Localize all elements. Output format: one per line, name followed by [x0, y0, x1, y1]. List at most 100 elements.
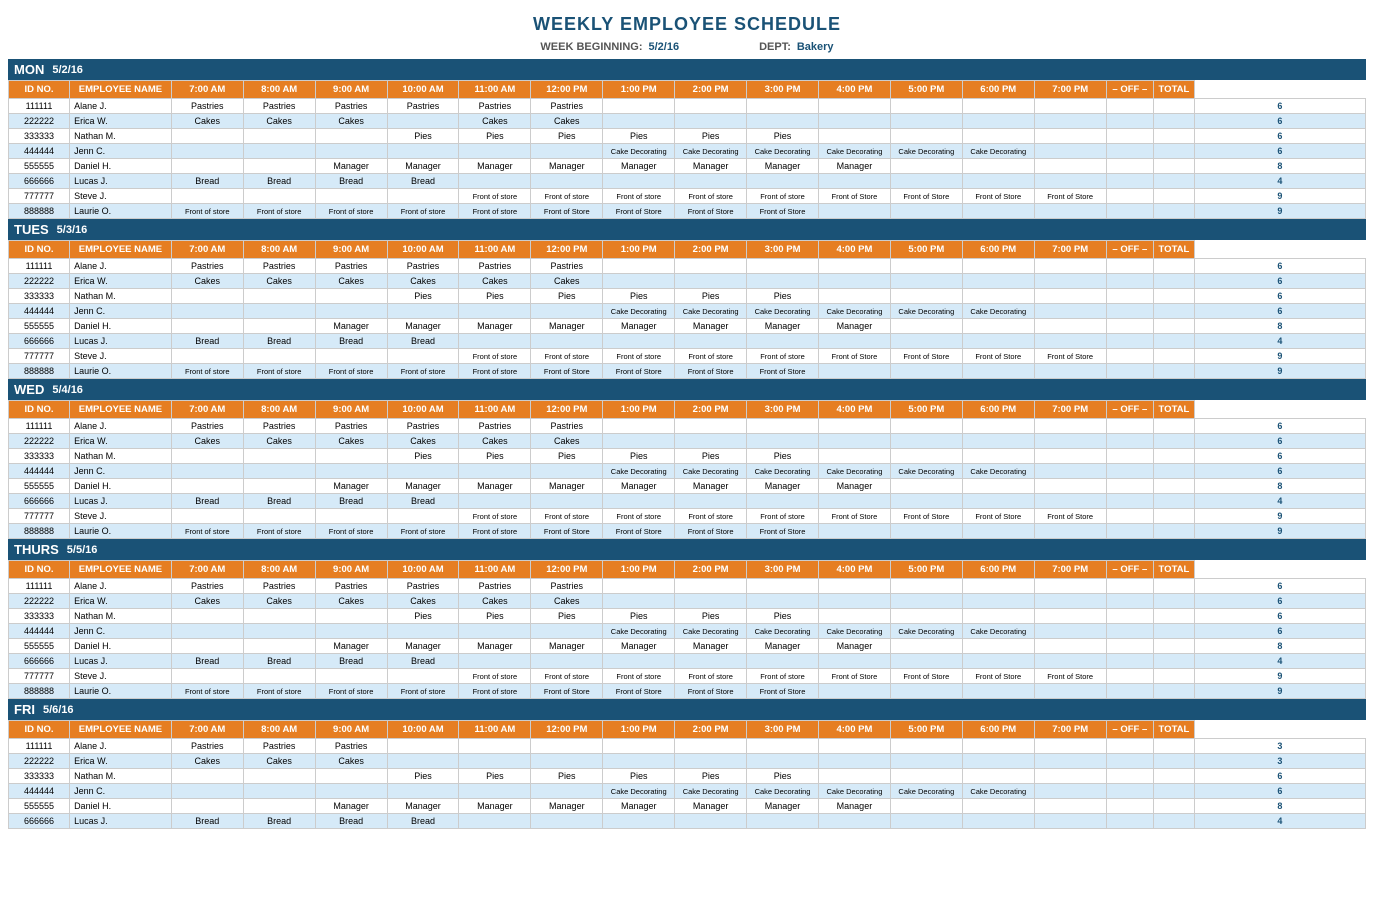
table-row: 444444Jenn C.Cake DecoratingCake Decorat… [9, 304, 1366, 319]
slot-12 [1034, 144, 1106, 159]
slot-12 [1034, 754, 1106, 769]
slot-10 [890, 99, 962, 114]
slot-0: Bread [171, 174, 243, 189]
slot-3: Cakes [387, 594, 459, 609]
slot-2 [315, 464, 387, 479]
slot-14 [1154, 594, 1195, 609]
slot-11: Front of Store [962, 189, 1034, 204]
employee-id: 666666 [9, 174, 70, 189]
slot-12: Front of Store [1034, 669, 1106, 684]
slot-13 [1106, 524, 1153, 539]
slot-4: Manager [459, 319, 531, 334]
slot-12 [1034, 799, 1106, 814]
schedule-container: MON 5/2/16 ID NO.EMPLOYEE NAME7:00 AM8:00 … [8, 59, 1366, 829]
header-row: ID NO.EMPLOYEE NAME7:00 AM8:00 AM9:00 AM… [9, 241, 1366, 259]
slot-15: 4 [1194, 334, 1365, 349]
slot-3: Bread [387, 814, 459, 829]
slot-2 [315, 784, 387, 799]
slot-10 [890, 494, 962, 509]
header-row: ID NO.EMPLOYEE NAME7:00 AM8:00 AM9:00 AM… [9, 721, 1366, 739]
slot-6 [603, 419, 675, 434]
slot-4 [459, 784, 531, 799]
day-name: MON [14, 62, 44, 77]
slot-4 [459, 624, 531, 639]
slot-14 [1154, 334, 1195, 349]
day-date: 5/5/16 [67, 544, 98, 556]
employee-name: Daniel H. [70, 319, 172, 334]
day-name: FRI [14, 702, 35, 717]
col-header-12: 5:00 PM [890, 401, 962, 419]
col-header-8: 1:00 PM [603, 241, 675, 259]
slot-7: Pies [675, 449, 747, 464]
slot-1 [243, 144, 315, 159]
slot-5 [531, 739, 603, 754]
slot-11 [962, 174, 1034, 189]
slot-3: Bread [387, 334, 459, 349]
slot-13 [1106, 609, 1153, 624]
slot-12 [1034, 274, 1106, 289]
col-header-8: 1:00 PM [603, 81, 675, 99]
col-header-6: 11:00 AM [459, 721, 531, 739]
slot-12 [1034, 639, 1106, 654]
col-header-12: 5:00 PM [890, 81, 962, 99]
employee-id: 111111 [9, 419, 70, 434]
employee-name: Lucas J. [70, 654, 172, 669]
slot-11 [962, 654, 1034, 669]
slot-15: 6 [1194, 594, 1365, 609]
slot-8: Pies [747, 769, 819, 784]
slot-13 [1106, 189, 1153, 204]
slot-7: Cake Decorating [675, 304, 747, 319]
table-row: 888888Laurie O.Front of storeFront of st… [9, 364, 1366, 379]
slot-4 [459, 814, 531, 829]
slot-9 [818, 594, 890, 609]
employee-id: 444444 [9, 304, 70, 319]
slot-6: Front of store [603, 189, 675, 204]
employee-id: 333333 [9, 449, 70, 464]
slot-14 [1154, 159, 1195, 174]
slot-12 [1034, 334, 1106, 349]
slot-0: Cakes [171, 274, 243, 289]
table-row: 777777Steve J.Front of storeFront of sto… [9, 509, 1366, 524]
slot-7 [675, 334, 747, 349]
slot-3: Cakes [387, 434, 459, 449]
slot-13 [1106, 464, 1153, 479]
col-header-12: 5:00 PM [890, 241, 962, 259]
slot-11 [962, 419, 1034, 434]
col-header-16: TOTAL [1154, 561, 1195, 579]
table-row: 333333Nathan M.PiesPiesPiesPiesPiesPies6 [9, 609, 1366, 624]
slot-1 [243, 669, 315, 684]
slot-3: Manager [387, 319, 459, 334]
slot-8: Pies [747, 129, 819, 144]
slot-4: Pastries [459, 99, 531, 114]
slot-6 [603, 274, 675, 289]
slot-14 [1154, 449, 1195, 464]
slot-2 [315, 449, 387, 464]
slot-10 [890, 174, 962, 189]
slot-8: Cake Decorating [747, 144, 819, 159]
slot-12 [1034, 769, 1106, 784]
slot-0 [171, 799, 243, 814]
slot-15: 6 [1194, 464, 1365, 479]
slot-13 [1106, 159, 1153, 174]
slot-0 [171, 449, 243, 464]
slot-3: Front of store [387, 204, 459, 219]
slot-7 [675, 259, 747, 274]
col-header-9: 2:00 PM [675, 721, 747, 739]
slot-2 [315, 144, 387, 159]
slot-12 [1034, 494, 1106, 509]
slot-9 [818, 449, 890, 464]
slot-2 [315, 669, 387, 684]
slot-14 [1154, 784, 1195, 799]
slot-10: Cake Decorating [890, 624, 962, 639]
slot-0: Front of store [171, 364, 243, 379]
col-header-15: – OFF – [1106, 401, 1153, 419]
employee-name: Nathan M. [70, 609, 172, 624]
table-row: 555555Daniel H.ManagerManagerManagerMana… [9, 159, 1366, 174]
slot-4: Cakes [459, 114, 531, 129]
day-date: 5/2/16 [52, 64, 83, 76]
table-row: 888888Laurie O.Front of storeFront of st… [9, 204, 1366, 219]
slot-5: Pies [531, 129, 603, 144]
slot-9: Front of Store [818, 349, 890, 364]
slot-15: 6 [1194, 129, 1365, 144]
slot-8: Front of store [747, 509, 819, 524]
